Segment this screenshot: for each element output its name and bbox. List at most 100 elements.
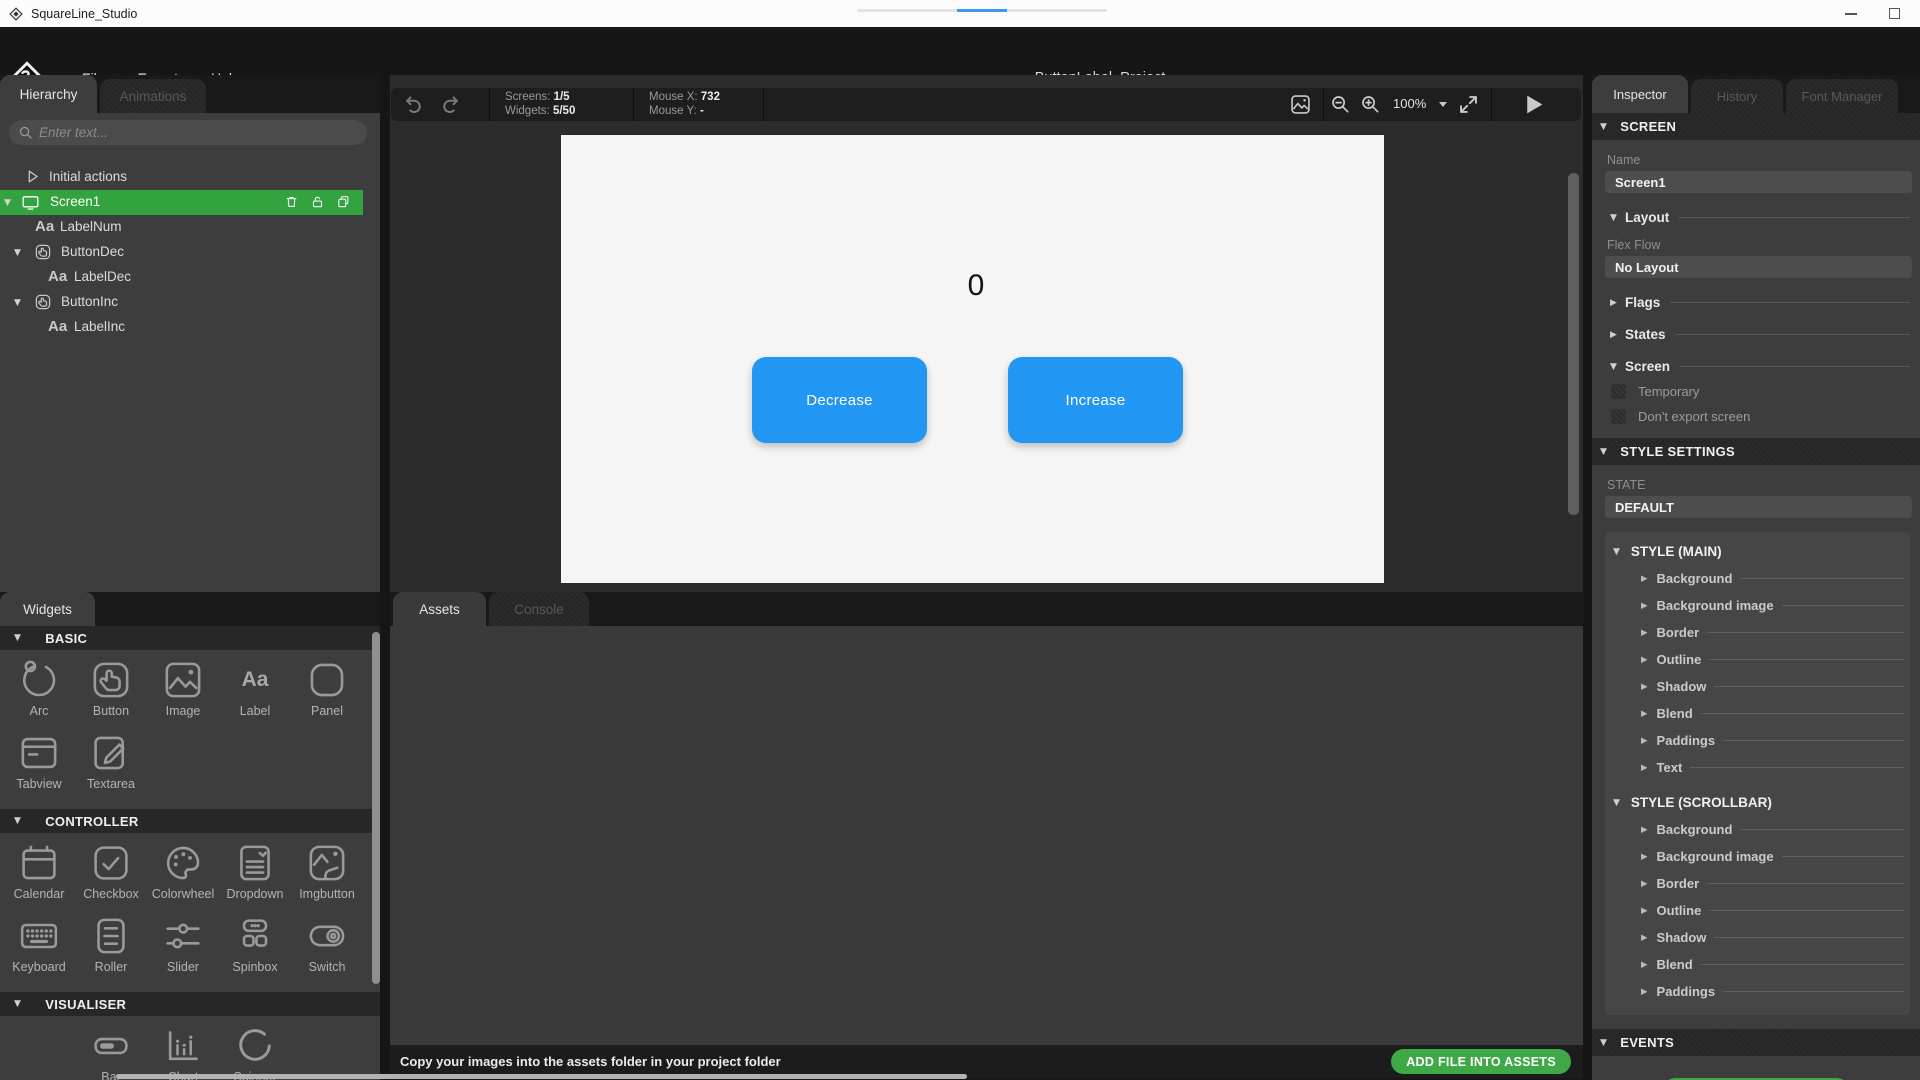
tree-item-initial-actions[interactable]: Initial actions (0, 165, 380, 190)
caret-down-icon[interactable]: ▼ (14, 298, 21, 308)
widget-slider[interactable]: Slider (147, 912, 219, 985)
play-icon[interactable] (1521, 92, 1546, 117)
widget-button[interactable]: Button (75, 656, 147, 729)
widget-spinbox[interactable]: Spinbox (219, 912, 291, 985)
zoom-out-icon[interactable] (1329, 93, 1352, 116)
state-select[interactable]: DEFAULT (1605, 496, 1912, 518)
style-item-label: Paddings (1657, 984, 1716, 999)
hierarchy-searchbox (9, 120, 367, 145)
search-input[interactable] (39, 125, 339, 140)
tab-inspector[interactable]: Inspector (1592, 75, 1688, 113)
widget-roller[interactable]: Roller (75, 912, 147, 985)
minimize-button[interactable] (1845, 13, 1857, 15)
widget-label[interactable]: Aa Label (219, 656, 291, 729)
tree-item-labeldec[interactable]: Aa LabelDec (0, 265, 380, 290)
caret-down-icon[interactable] (1439, 102, 1447, 107)
caret-down-icon: ▼ (1600, 1038, 1607, 1048)
widget-calendar[interactable]: Calendar (3, 839, 75, 912)
caret-down-icon[interactable]: ▼ (14, 248, 21, 258)
screen-group[interactable]: ▼ Screen (1605, 359, 1912, 374)
widget-switch[interactable]: Switch (291, 912, 363, 985)
style-item-border[interactable]: ▶Border (1641, 876, 1904, 891)
name-input[interactable]: Screen1 (1605, 171, 1912, 193)
screen-section-header[interactable]: ▼ SCREEN (1592, 113, 1920, 140)
style-item-background[interactable]: ▶Background (1641, 822, 1904, 837)
widget-dropdown[interactable]: Dropdown (219, 839, 291, 912)
widget-checkbox[interactable]: Checkbox (75, 839, 147, 912)
widget-textarea[interactable]: Textarea (75, 729, 147, 802)
style-item-blend[interactable]: ▶Blend (1641, 706, 1904, 721)
widget-keyboard[interactable]: Keyboard (3, 912, 75, 985)
zoom-level[interactable]: 100% (1393, 96, 1426, 111)
buttoninc-widget[interactable]: Increase (1008, 357, 1183, 443)
delete-icon[interactable] (284, 194, 299, 210)
zoom-in-icon[interactable] (1359, 93, 1382, 116)
window-title: SquareLine_Studio (31, 7, 137, 21)
tree-item-labelinc[interactable]: Aa LabelInc (0, 315, 380, 340)
temporary-checkbox[interactable] (1611, 384, 1626, 399)
style-item-blend[interactable]: ▶Blend (1641, 957, 1904, 972)
tab-font-manager[interactable]: Font Manager (1786, 79, 1898, 113)
tree-item-labelnum[interactable]: Aa LabelNum (0, 215, 380, 240)
window-horizontal-scrollbar[interactable] (116, 1074, 967, 1079)
tree-item-buttoninc[interactable]: ▼ ButtonInc (0, 290, 380, 315)
screen1-design-surface[interactable]: 0 Decrease Increase (561, 135, 1384, 583)
widgets-section-visualiser[interactable]: ▼ VISUALISER (0, 992, 380, 1016)
tab-widgets[interactable]: Widgets (0, 592, 95, 626)
events-section-header[interactable]: ▼ EVENTS (1592, 1029, 1920, 1056)
buttondec-widget[interactable]: Decrease (752, 357, 927, 443)
style-item-background-image[interactable]: ▶Background image (1641, 598, 1904, 613)
widget-panel[interactable]: Panel (291, 656, 363, 729)
canvas-vertical-scrollbar[interactable] (1568, 173, 1579, 515)
style-item-paddings[interactable]: ▶Paddings (1641, 984, 1904, 999)
fit-screen-icon[interactable] (1457, 93, 1480, 116)
widget-imgbutton[interactable]: Imgbutton (291, 839, 363, 912)
style-scrollbar-group[interactable]: ▼ STYLE (SCROLLBAR) (1611, 795, 1904, 810)
tab-console[interactable]: Console (489, 592, 589, 626)
tree-item-screen1[interactable]: ▼ Screen1 (0, 190, 363, 215)
dont-export-checkbox[interactable] (1611, 409, 1626, 424)
duplicate-icon[interactable] (336, 194, 351, 210)
assets-panel[interactable] (390, 626, 1583, 1045)
tab-animations[interactable]: Animations (100, 79, 206, 113)
unlock-icon[interactable] (310, 194, 325, 210)
style-item-outline[interactable]: ▶Outline (1641, 652, 1904, 667)
states-group[interactable]: ▶ States (1605, 327, 1912, 342)
widgets-scrollbar[interactable] (372, 632, 380, 984)
widget-bar[interactable]: Bar (75, 1022, 147, 1080)
style-item-shadow[interactable]: ▶Shadow (1641, 930, 1904, 945)
style-main-group[interactable]: ▼ STYLE (MAIN) (1611, 544, 1904, 559)
widget-chart[interactable]: Chart (147, 1022, 219, 1080)
style-item-border[interactable]: ▶Border (1641, 625, 1904, 640)
tab-history[interactable]: History (1691, 79, 1783, 113)
caret-down-icon[interactable]: ▼ (4, 198, 11, 208)
tab-assets[interactable]: Assets (393, 592, 486, 626)
style-item-background-image[interactable]: ▶Background image (1641, 849, 1904, 864)
widget-arc[interactable]: Arc (3, 656, 75, 729)
widgets-section-basic[interactable]: ▼ BASIC (0, 626, 380, 650)
style-item-text[interactable]: ▶Text (1641, 760, 1904, 775)
widgets-section-controller[interactable]: ▼ CONTROLLER (0, 809, 380, 833)
widget-image[interactable]: Image (147, 656, 219, 729)
style-item-paddings[interactable]: ▶Paddings (1641, 733, 1904, 748)
flags-group[interactable]: ▶ Flags (1605, 295, 1912, 310)
maximize-button[interactable] (1889, 8, 1900, 19)
screenshot-icon[interactable] (1289, 93, 1312, 116)
layout-group[interactable]: ▼ Layout (1605, 210, 1912, 225)
flex-flow-select[interactable]: No Layout (1605, 256, 1912, 278)
style-item-shadow[interactable]: ▶Shadow (1641, 679, 1904, 694)
add-file-into-assets-button[interactable]: ADD FILE INTO ASSETS (1391, 1049, 1571, 1074)
tree-item-label: Initial actions (49, 169, 127, 184)
tab-hierarchy[interactable]: Hierarchy (0, 75, 97, 113)
widget-tabview[interactable]: Tabview (3, 729, 75, 802)
dropdown-icon (233, 841, 277, 885)
tree-item-buttondec[interactable]: ▼ ButtonDec (0, 240, 380, 265)
style-settings-header[interactable]: ▼ STYLE SETTINGS (1592, 438, 1920, 465)
widget-colorwheel[interactable]: Colorwheel (147, 839, 219, 912)
widget-spinner[interactable]: Spinner (219, 1022, 291, 1080)
undo-icon[interactable] (401, 93, 427, 117)
labelnum-widget[interactable]: 0 (946, 269, 1006, 303)
style-item-background[interactable]: ▶Background (1641, 571, 1904, 586)
redo-icon[interactable] (437, 93, 463, 117)
style-item-outline[interactable]: ▶Outline (1641, 903, 1904, 918)
